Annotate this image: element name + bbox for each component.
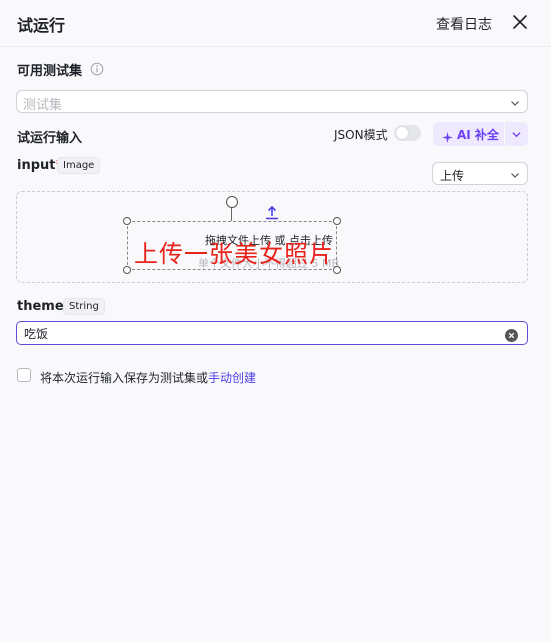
test-set-label: 可用测试集	[17, 64, 83, 79]
panel-header: 试运行 查看日志	[0, 0, 551, 47]
ai-complete-label: AI 补全	[457, 128, 499, 142]
resize-handle-br[interactable]	[333, 266, 341, 274]
type-tag-image: Image	[57, 157, 101, 174]
type-tag-string: String	[63, 298, 105, 315]
input-field-name: input	[17, 158, 56, 173]
test-set-placeholder: 测试集	[23, 98, 63, 113]
upload-icon	[264, 205, 280, 221]
manual-create-link[interactable]: 手动创建	[208, 371, 256, 385]
save-as-test-set-checkbox[interactable]	[17, 368, 31, 382]
test-set-select[interactable]: 测试集	[16, 90, 528, 113]
chevron-down-icon	[510, 169, 520, 179]
input-mode-value: 上传	[440, 169, 465, 183]
json-mode-toggle[interactable]	[394, 125, 421, 141]
close-icon[interactable]	[510, 12, 530, 32]
rotate-handle[interactable]	[226, 196, 238, 208]
resize-handle-tl[interactable]	[123, 217, 131, 225]
theme-field-name: theme	[17, 299, 64, 314]
ai-options-dropdown[interactable]	[505, 122, 528, 146]
resize-handle-bl[interactable]	[123, 266, 131, 274]
json-mode-label: JSON模式	[334, 128, 388, 142]
annotation-text[interactable]: 上传一张美女照片	[134, 234, 334, 269]
theme-input[interactable]	[24, 325, 494, 341]
resize-handle-tr[interactable]	[333, 217, 341, 225]
toggle-knob	[396, 127, 408, 139]
clear-icon[interactable]	[505, 327, 518, 342]
input-mode-select[interactable]: 上传	[432, 162, 528, 185]
chevron-down-icon	[510, 97, 520, 107]
panel-title: 试运行	[17, 16, 66, 35]
save-as-test-set-label: 将本次运行输入保存为测试集或	[40, 371, 209, 385]
theme-input-box	[16, 321, 528, 345]
run-input-label: 试运行输入	[17, 131, 83, 146]
input-field-label: input*	[17, 158, 62, 173]
save-as-test-set-text: 将本次运行输入保存为测试集或手动创建	[40, 369, 256, 386]
sparkle-icon	[442, 128, 453, 143]
view-log-button[interactable]: 查看日志	[436, 14, 492, 34]
chevron-down-icon	[512, 132, 521, 138]
info-icon[interactable]	[90, 61, 104, 76]
test-run-panel: 试运行 查看日志 可用测试集 测试集 试运行输入 JSON模式 AI 补全 in…	[0, 0, 551, 642]
rotation-line	[231, 206, 232, 221]
ai-complete-button[interactable]: AI 补全	[433, 122, 504, 146]
